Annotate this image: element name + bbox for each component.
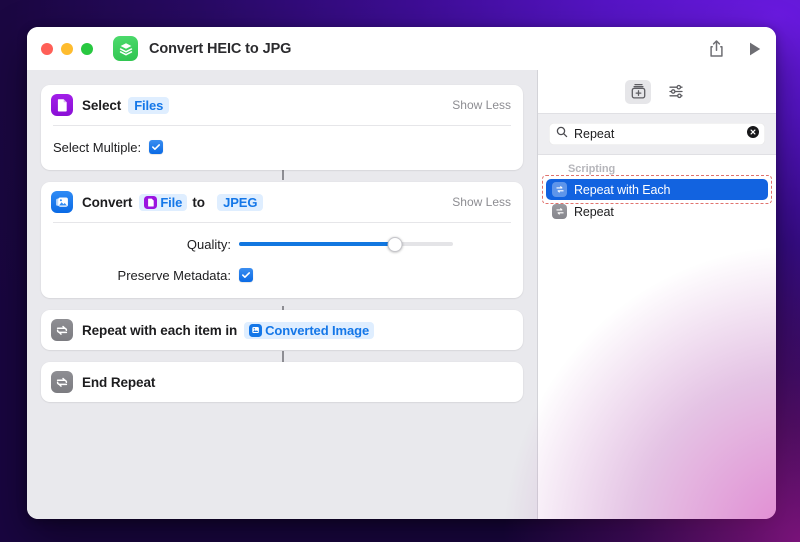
minimize-button[interactable] bbox=[61, 42, 73, 55]
action-card-select[interactable]: Select Files Show Less Select Multiple: bbox=[41, 85, 523, 170]
action-title: Convert bbox=[82, 194, 133, 210]
repeat-loop-icon bbox=[51, 319, 73, 341]
maximize-button[interactable] bbox=[81, 42, 93, 55]
library-item-repeat-with-each[interactable]: Repeat with Each bbox=[546, 179, 768, 200]
file-document-icon bbox=[144, 195, 158, 209]
window-title: Convert HEIC to JPG bbox=[149, 40, 292, 57]
share-icon[interactable] bbox=[708, 39, 725, 58]
search-value[interactable]: Repeat bbox=[574, 127, 747, 141]
action-header[interactable]: Select Files Show Less bbox=[41, 85, 523, 125]
action-token-converted-image[interactable]: Converted Image bbox=[244, 321, 375, 339]
param-label: Preserve Metadata: bbox=[117, 267, 231, 283]
desktop-background: Convert HEIC to JPG Select Files Show Le… bbox=[0, 0, 800, 542]
library-item-label: Repeat bbox=[574, 204, 614, 219]
param-preserve-metadata[interactable]: Preserve Metadata: bbox=[53, 264, 511, 286]
shortcuts-layers-icon bbox=[113, 36, 138, 61]
action-connector-word: to bbox=[192, 194, 206, 210]
repeat-loop-icon bbox=[552, 204, 567, 219]
play-icon[interactable] bbox=[748, 41, 762, 57]
add-action-icon[interactable] bbox=[625, 79, 651, 104]
titlebar-actions bbox=[708, 27, 762, 70]
action-title: Select bbox=[82, 97, 122, 113]
action-title: Repeat with each item in bbox=[82, 322, 238, 338]
slider-fill bbox=[239, 242, 396, 246]
action-token-format[interactable]: JPEG bbox=[217, 193, 264, 211]
action-parameters: Select Multiple: bbox=[41, 126, 523, 170]
photos-stack-icon bbox=[51, 191, 73, 213]
action-header[interactable]: Repeat with each item in Converted Image bbox=[41, 310, 523, 350]
library-search-zone: Repeat bbox=[538, 113, 776, 155]
action-title: End Repeat bbox=[82, 374, 156, 390]
action-header[interactable]: End Repeat bbox=[41, 362, 523, 402]
window-body: Select Files Show Less Select Multiple: bbox=[27, 70, 776, 519]
action-library-panel: Repeat Scripting Repeat with Each Repeat bbox=[538, 70, 776, 519]
repeat-loop-icon bbox=[51, 371, 73, 393]
show-less-button[interactable]: Show Less bbox=[452, 195, 511, 209]
workflow-editor: Select Files Show Less Select Multiple: bbox=[27, 70, 538, 519]
action-header[interactable]: Convert File to JPEG Show Less bbox=[41, 182, 523, 222]
photos-stack-icon bbox=[249, 323, 263, 337]
search-input[interactable]: Repeat bbox=[549, 123, 765, 145]
library-results-list: Scripting Repeat with Each Repeat bbox=[538, 155, 776, 519]
action-token-files[interactable]: Files bbox=[128, 96, 170, 114]
library-item-label: Repeat with Each bbox=[574, 182, 671, 197]
action-card-end-repeat[interactable]: End Repeat bbox=[41, 362, 523, 402]
file-document-icon bbox=[51, 94, 73, 116]
param-quality[interactable]: Quality: bbox=[53, 233, 511, 255]
param-label: Select Multiple: bbox=[53, 139, 142, 155]
traffic-lights bbox=[41, 42, 93, 55]
window-titlebar: Convert HEIC to JPG bbox=[27, 27, 776, 70]
library-group-header: Scripting bbox=[568, 163, 616, 175]
search-icon bbox=[556, 125, 568, 143]
action-card-convert[interactable]: Convert File to JPEG Show Less Quality: … bbox=[41, 182, 523, 298]
preserve-metadata-checkbox[interactable] bbox=[239, 268, 253, 282]
token-label: File bbox=[160, 194, 183, 210]
action-parameters: Quality: Preserve Metadata: bbox=[41, 223, 523, 298]
library-toolbar bbox=[538, 70, 776, 113]
action-token-file[interactable]: File bbox=[139, 193, 188, 211]
clear-circle-icon[interactable] bbox=[747, 125, 759, 143]
action-card-repeat[interactable]: Repeat with each item in Converted Image bbox=[41, 310, 523, 350]
quality-slider[interactable] bbox=[239, 235, 453, 253]
shortcuts-editor-window: Convert HEIC to JPG Select Files Show Le… bbox=[27, 27, 776, 519]
param-select-multiple[interactable]: Select Multiple: bbox=[53, 136, 511, 158]
show-less-button[interactable]: Show Less bbox=[452, 98, 511, 112]
slider-thumb[interactable] bbox=[387, 236, 403, 252]
param-label: Quality: bbox=[186, 236, 231, 252]
select-multiple-checkbox[interactable] bbox=[149, 140, 164, 154]
close-button[interactable] bbox=[41, 42, 53, 55]
sliders-icon[interactable] bbox=[663, 80, 689, 104]
repeat-loop-icon bbox=[552, 182, 567, 197]
token-label: Converted Image bbox=[265, 322, 370, 338]
library-item-repeat[interactable]: Repeat bbox=[546, 201, 768, 222]
